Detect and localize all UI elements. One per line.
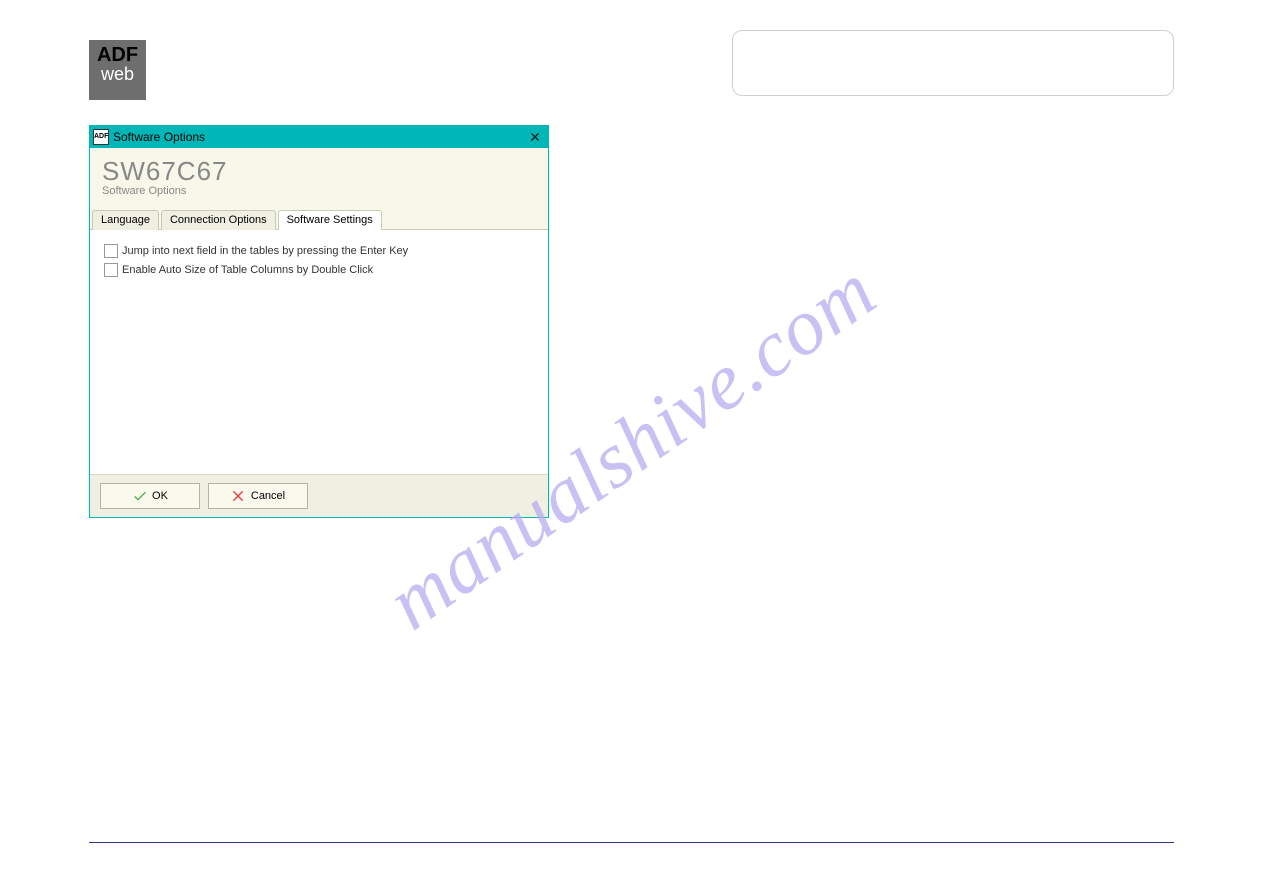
check-icon (132, 488, 148, 504)
cancel-button[interactable]: Cancel (208, 483, 308, 509)
dialog-subtitle: Software Options (102, 185, 536, 197)
tab-software-settings[interactable]: Software Settings (278, 210, 382, 230)
checkbox-label: Enable Auto Size of Table Columns by Dou… (122, 264, 373, 276)
option-jump-next-field[interactable]: Jump into next field in the tables by pr… (104, 244, 534, 258)
logo-line2: web (101, 65, 134, 83)
footer-divider (89, 842, 1174, 843)
software-options-dialog: ADF Software Options ✕ SW67C67 Software … (89, 125, 549, 518)
tab-content: Jump into next field in the tables by pr… (90, 230, 548, 474)
option-auto-size-columns[interactable]: Enable Auto Size of Table Columns by Dou… (104, 263, 534, 277)
dialog-titlebar[interactable]: ADF Software Options ✕ (90, 126, 548, 148)
cancel-label: Cancel (251, 490, 285, 502)
tab-language[interactable]: Language (92, 210, 159, 230)
header-info-box (732, 30, 1174, 96)
window-title: Software Options (113, 130, 205, 144)
checkbox-label: Jump into next field in the tables by pr… (122, 245, 408, 257)
checkbox-icon[interactable] (104, 244, 118, 258)
close-icon[interactable]: ✕ (526, 128, 544, 146)
dialog-header: SW67C67 Software Options (90, 148, 548, 199)
ok-button[interactable]: OK (100, 483, 200, 509)
tab-bar: Language Connection Options Software Set… (90, 209, 548, 230)
checkbox-icon[interactable] (104, 263, 118, 277)
tab-connection-options[interactable]: Connection Options (161, 210, 276, 230)
button-bar: OK Cancel (90, 474, 548, 517)
ok-label: OK (152, 490, 168, 502)
app-icon: ADF (93, 129, 109, 145)
dialog-title: SW67C67 (102, 156, 536, 187)
cross-icon (231, 488, 247, 504)
logo-line1: ADF (97, 45, 138, 65)
logo: ADF web (89, 40, 146, 100)
page-container: ADF web ADF Software Options ✕ SW67C67 S… (89, 0, 1174, 893)
